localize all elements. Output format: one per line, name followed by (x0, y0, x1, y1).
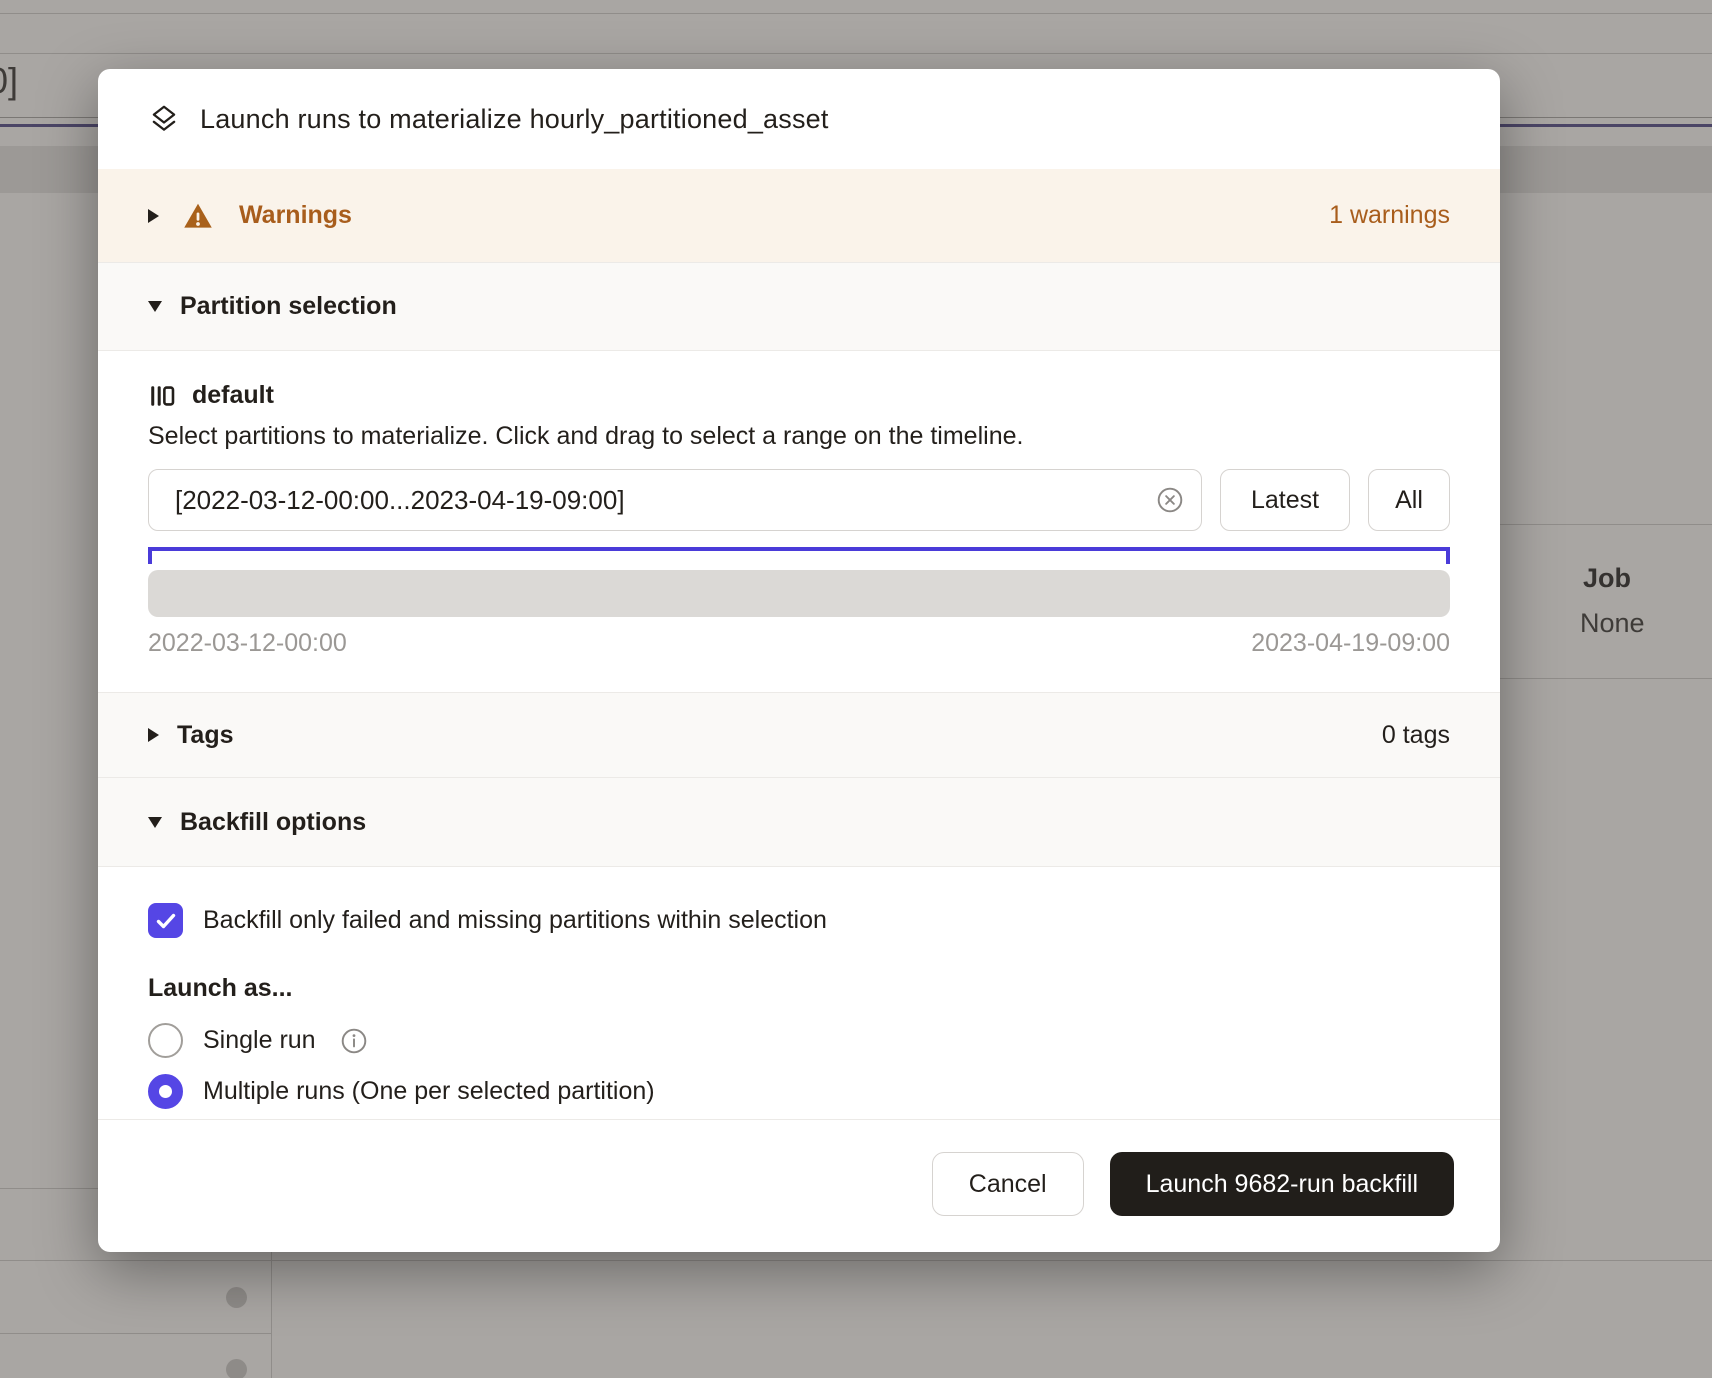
bg-clipped-text: 0] (0, 60, 18, 102)
bg-row-divider (0, 1188, 98, 1189)
warnings-label: Warnings (239, 201, 352, 230)
multiple-runs-radio[interactable] (148, 1074, 183, 1109)
single-run-label: Single run (203, 1026, 316, 1055)
backfill-options-toggle[interactable]: Backfill options (98, 778, 1500, 867)
bg-job-column-value: None (1580, 608, 1645, 639)
caret-down-icon (148, 817, 162, 828)
caret-right-icon (148, 209, 159, 223)
launch-backfill-button[interactable]: Launch 9682-run backfill (1110, 1152, 1454, 1216)
dialog-title: Launch runs to materialize hourly_partit… (200, 104, 829, 135)
latest-button[interactable]: Latest (1220, 469, 1350, 531)
failed-missing-checkbox[interactable] (148, 903, 183, 938)
warning-icon (183, 201, 213, 231)
backfill-options-content: Backfill only failed and missing partiti… (98, 867, 1500, 1109)
partition-range-input[interactable] (148, 469, 1202, 531)
dialog-header: Launch runs to materialize hourly_partit… (98, 69, 1500, 169)
launch-backfill-dialog: Launch runs to materialize hourly_partit… (98, 69, 1500, 1252)
asset-layers-icon (148, 103, 180, 135)
partition-helper-text: Select partitions to materialize. Click … (148, 422, 1450, 451)
dialog-footer: Cancel Launch 9682-run backfill (98, 1119, 1500, 1252)
range-start-label: 2022-03-12-00:00 (148, 629, 347, 658)
cancel-button[interactable]: Cancel (932, 1152, 1084, 1216)
selection-range-bracket (148, 547, 1450, 564)
caret-down-icon (148, 301, 162, 312)
partition-set-icon (148, 382, 176, 410)
multiple-runs-label: Multiple runs (One per selected partitio… (203, 1077, 655, 1106)
bg-status-dot (226, 1359, 247, 1378)
bg-column-divider (271, 1252, 272, 1378)
failed-missing-checkbox-label: Backfill only failed and missing partiti… (203, 906, 827, 935)
info-icon[interactable] (340, 1027, 368, 1055)
partition-selection-toggle[interactable]: Partition selection (98, 262, 1500, 351)
backfill-options-label: Backfill options (180, 808, 366, 837)
warnings-count: 1 warnings (1329, 201, 1450, 230)
single-run-radio[interactable] (148, 1023, 183, 1058)
bg-divider (0, 13, 1712, 14)
bg-row-divider (0, 1333, 271, 1334)
partition-selection-label: Partition selection (180, 292, 397, 321)
all-button[interactable]: All (1368, 469, 1450, 531)
caret-right-icon (148, 728, 159, 742)
tags-section-toggle[interactable]: Tags 0 tags (98, 692, 1500, 778)
bg-job-column-header: Job (1583, 563, 1631, 594)
warnings-section-toggle[interactable]: Warnings 1 warnings (98, 169, 1500, 262)
partition-timeline[interactable] (148, 570, 1450, 617)
bg-status-dot (226, 1287, 247, 1308)
bg-row-divider (1500, 524, 1712, 525)
bg-row-divider (1500, 678, 1712, 679)
launch-as-label: Launch as... (148, 974, 1450, 1003)
bg-row-divider (0, 1260, 1712, 1261)
tags-label: Tags (177, 721, 234, 750)
bg-divider (0, 53, 1712, 54)
clear-input-icon[interactable] (1156, 486, 1184, 514)
partition-selection-content: default Select partitions to materialize… (98, 351, 1500, 692)
range-end-label: 2023-04-19-09:00 (1251, 629, 1450, 658)
tags-count: 0 tags (1382, 721, 1450, 750)
partition-dimension-name: default (192, 381, 274, 410)
